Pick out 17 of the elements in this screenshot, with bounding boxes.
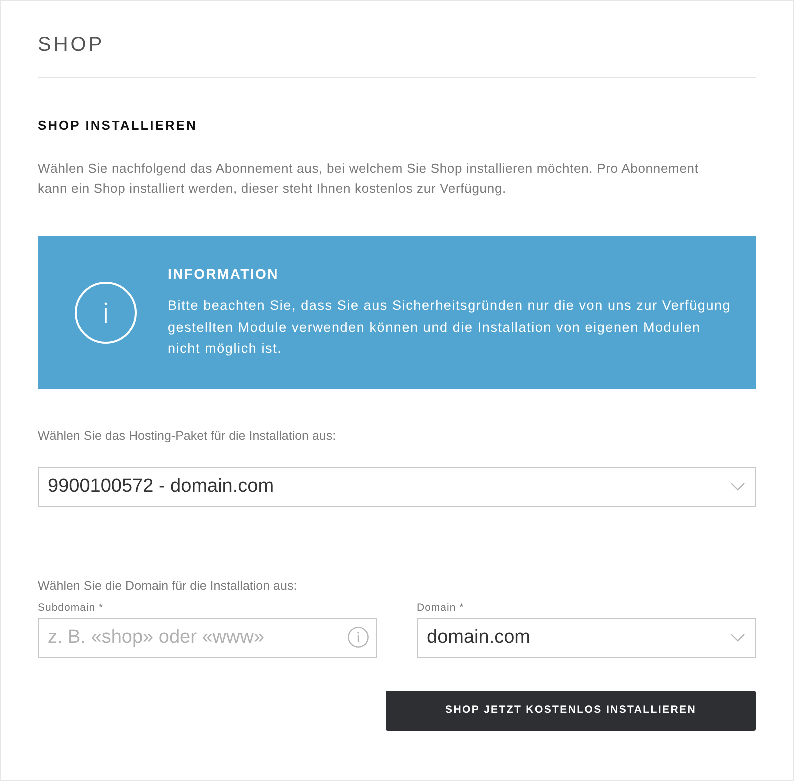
chevron-down-icon xyxy=(731,483,745,491)
page-title: SHOP xyxy=(38,33,106,58)
domain-select[interactable]: domain.com xyxy=(417,618,756,658)
field-label: Domain * xyxy=(417,601,466,615)
field-label: Subdomain * xyxy=(38,601,105,615)
hosting-select[interactable]: 9900100572 - domain.com xyxy=(38,467,756,507)
info-text: Bitte beachten Sie, dass Sie aus Sicherheitsgründen nur die von uns zur Verfügung gestellten Module verwenden können und die Installation von eigenen Modulen nicht möglich ist. xyxy=(168,297,732,358)
install-button[interactable]: SHOP JETZT KOSTENLOS INSTALLIEREN xyxy=(386,691,756,731)
info-heading: INFORMATION xyxy=(168,265,280,284)
hosting-label: Wählen Sie das Hosting-Paket für die Installation aus: xyxy=(38,428,338,444)
info-icon xyxy=(348,627,369,648)
info-icon xyxy=(75,282,137,344)
domain-label: Wählen Sie die Domain für die Installation aus: xyxy=(38,578,298,594)
subdomain-input[interactable]: z. B. «shop» oder «www» xyxy=(38,618,377,658)
section-heading: SHOP INSTALLIEREN xyxy=(38,118,198,134)
chevron-down-icon xyxy=(731,634,745,642)
intro-text: Wählen Sie nachfolgend das Abonnement aus, bei welchem Sie Shop installieren möchten. Pro Abonnement kann ein Shop installiert werden, dieser steht Ihnen kostenlos zur Verfügung. xyxy=(38,160,700,198)
